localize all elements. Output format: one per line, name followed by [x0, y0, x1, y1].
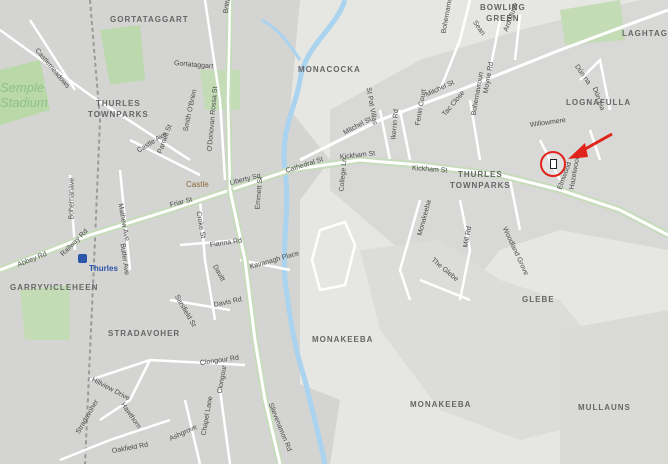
area-thurles-townparks-east: THURLES TOWNPARKS [450, 170, 511, 190]
place-semple-stadium: Semple Stadium [0, 80, 48, 110]
place-thurles-station: Thurles [89, 264, 118, 273]
property-marker[interactable] [540, 151, 566, 177]
building-marker-icon [550, 159, 557, 169]
area-stradavoher: STRADAVOHER [108, 329, 181, 338]
train-station-icon [78, 254, 87, 263]
area-gortataggart: GORTATAGGART [110, 15, 189, 24]
area-garryvicleheen: GARRYVICLEHEEN [10, 283, 99, 292]
terrain-shade-2 [560, 310, 668, 464]
area-glebe: GLEBE [522, 295, 555, 304]
area-mullauns: MULLAUNS [578, 403, 631, 412]
park-sw [20, 285, 70, 340]
area-thurles-townparks-west: THURLES TOWNPARKS [88, 99, 149, 119]
area-monakeeba-2: MONAKEEBA [410, 400, 472, 409]
place-castle: Castle [186, 180, 209, 189]
area-laghtagalla: LAGHTAGA [622, 29, 668, 38]
road-bohernanave: Bohernanave [68, 177, 76, 220]
area-monacocka: MONACOCKA [298, 65, 361, 74]
map-canvas[interactable]: GORTATAGGART BOWLING GREEN LAGHTAGA MONA… [0, 0, 668, 464]
area-monakeeba-1: MONAKEEBA [312, 335, 374, 344]
